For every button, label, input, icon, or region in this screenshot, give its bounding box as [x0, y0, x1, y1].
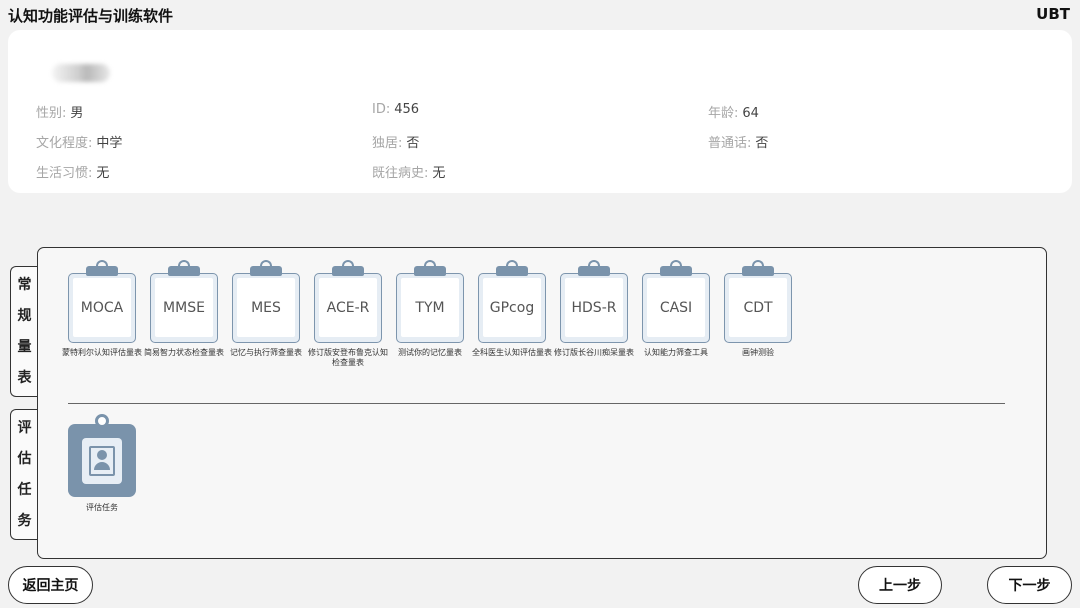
previous-step-button[interactable]: 上一步 — [858, 566, 942, 604]
section-divider — [68, 403, 1005, 404]
scale-name: CDT — [729, 278, 787, 337]
scale-item-mmse[interactable]: MMSE 简易智力状态检查量表 — [144, 260, 224, 358]
education-field: 文化程度: 中学 — [36, 132, 122, 151]
gender-value: 男 — [70, 106, 84, 121]
age-field: 年龄: 64 — [708, 102, 759, 121]
living-alone-field: 独居: 否 — [372, 132, 419, 151]
id-value: 456 — [394, 102, 420, 117]
habits-value: 无 — [96, 166, 110, 181]
clipboard-icon: MOCA — [68, 260, 136, 346]
tab-regular-scales[interactable]: 常 规 量 表 — [10, 266, 38, 397]
clipboard-icon: CDT — [724, 260, 792, 346]
history-value: 无 — [432, 166, 446, 181]
tab-assessment-tasks[interactable]: 评 估 任 务 — [10, 409, 38, 540]
living-alone-label: 独居: — [372, 136, 403, 151]
scale-name: MOCA — [73, 278, 131, 337]
scale-name: MES — [237, 278, 295, 337]
tab-task-char: 务 — [17, 512, 32, 529]
scale-desc: 记忆与执行筛查量表 — [230, 348, 302, 357]
scale-item-gpcog[interactable]: GPcog 全科医生认知评估量表 — [472, 260, 552, 358]
gender-label: 性别: — [36, 106, 67, 121]
education-label: 文化程度: — [36, 136, 93, 151]
scale-item-tym[interactable]: TYM 测试你的记忆量表 — [390, 260, 470, 358]
id-label: ID: — [372, 102, 391, 117]
age-value: 64 — [742, 106, 759, 121]
clipboard-icon: CASI — [642, 260, 710, 346]
scale-item-ace-r[interactable]: ACE-R 修订版安登布鲁克认知检查量表 — [308, 260, 388, 368]
scale-desc: 全科医生认知评估量表 — [472, 348, 552, 357]
id-field: ID: 456 — [372, 102, 419, 117]
next-step-button[interactable]: 下一步 — [987, 566, 1072, 604]
scale-name: GPcog — [483, 278, 541, 337]
brand-logo: UBT — [1036, 5, 1070, 23]
scale-desc: 修订版长谷川痴呆量表 — [554, 348, 634, 357]
patient-info-card: 性别: 男 ID: 456 年龄: 64 文化程度: 中学 独居: 否 普通话: 否 生活习… — [8, 30, 1072, 193]
clipboard-icon: HDS-R — [560, 260, 628, 346]
scale-desc: 简易智力状态检查量表 — [144, 348, 224, 357]
scale-name: HDS-R — [565, 278, 623, 337]
scale-item-cdt[interactable]: CDT 画钟测验 — [718, 260, 798, 358]
tab-task-char: 估 — [17, 450, 32, 467]
tab-regular-char: 量 — [17, 338, 32, 355]
habits-label: 生活习惯: — [36, 166, 93, 181]
patient-name-blurred — [52, 64, 110, 82]
scale-desc: 蒙特利尔认知评估量表 — [62, 348, 142, 357]
app-title: 认知功能评估与训练软件 — [8, 7, 174, 25]
scale-item-casi[interactable]: CASI 认知能力筛查工具 — [636, 260, 716, 358]
gender-field: 性别: 男 — [36, 102, 83, 121]
scale-desc: 画钟测验 — [742, 348, 774, 357]
tab-task-char: 评 — [17, 419, 32, 436]
clipboard-icon: ACE-R — [314, 260, 382, 346]
scale-name: TYM — [401, 278, 459, 337]
history-label: 既往病史: — [372, 166, 429, 181]
scale-item-mes[interactable]: MES 记忆与执行筛查量表 — [226, 260, 306, 358]
clipboard-icon: TYM — [396, 260, 464, 346]
clipboard-icon: MMSE — [150, 260, 218, 346]
scales-panel: MOCA 蒙特利尔认知评估量表 MMSE 简易智力状态检查量表 MES 记忆与执… — [37, 247, 1047, 559]
scale-desc: 认知能力筛查工具 — [644, 348, 708, 357]
patient-clipboard-icon — [68, 414, 136, 498]
scale-desc: 修订版安登布鲁克认知检查量表 — [308, 348, 388, 367]
clipboard-icon: GPcog — [478, 260, 546, 346]
clipboard-icon: MES — [232, 260, 300, 346]
history-field: 既往病史: 无 — [372, 162, 445, 181]
scale-name: ACE-R — [319, 278, 377, 337]
tab-regular-char: 规 — [17, 307, 32, 324]
mandarin-field: 普通话: 否 — [708, 132, 768, 151]
mandarin-label: 普通话: — [708, 136, 752, 151]
scale-name: MMSE — [155, 278, 213, 337]
education-value: 中学 — [96, 136, 123, 151]
tab-task-char: 任 — [17, 481, 32, 498]
habits-field: 生活习惯: 无 — [36, 162, 109, 181]
scale-item-hds-r[interactable]: HDS-R 修订版长谷川痴呆量表 — [554, 260, 634, 358]
assessment-task-item[interactable]: 评估任务 — [68, 414, 136, 513]
scale-name: CASI — [647, 278, 705, 337]
tab-regular-char: 常 — [17, 276, 32, 293]
mandarin-value: 否 — [755, 136, 769, 151]
scale-item-moca[interactable]: MOCA 蒙特利尔认知评估量表 — [62, 260, 142, 358]
living-alone-value: 否 — [406, 136, 420, 151]
age-label: 年龄: — [708, 106, 739, 121]
back-home-button[interactable]: 返回主页 — [8, 566, 93, 604]
assessment-task-label: 评估任务 — [86, 503, 118, 512]
tab-regular-char: 表 — [17, 369, 32, 386]
scale-desc: 测试你的记忆量表 — [398, 348, 462, 357]
